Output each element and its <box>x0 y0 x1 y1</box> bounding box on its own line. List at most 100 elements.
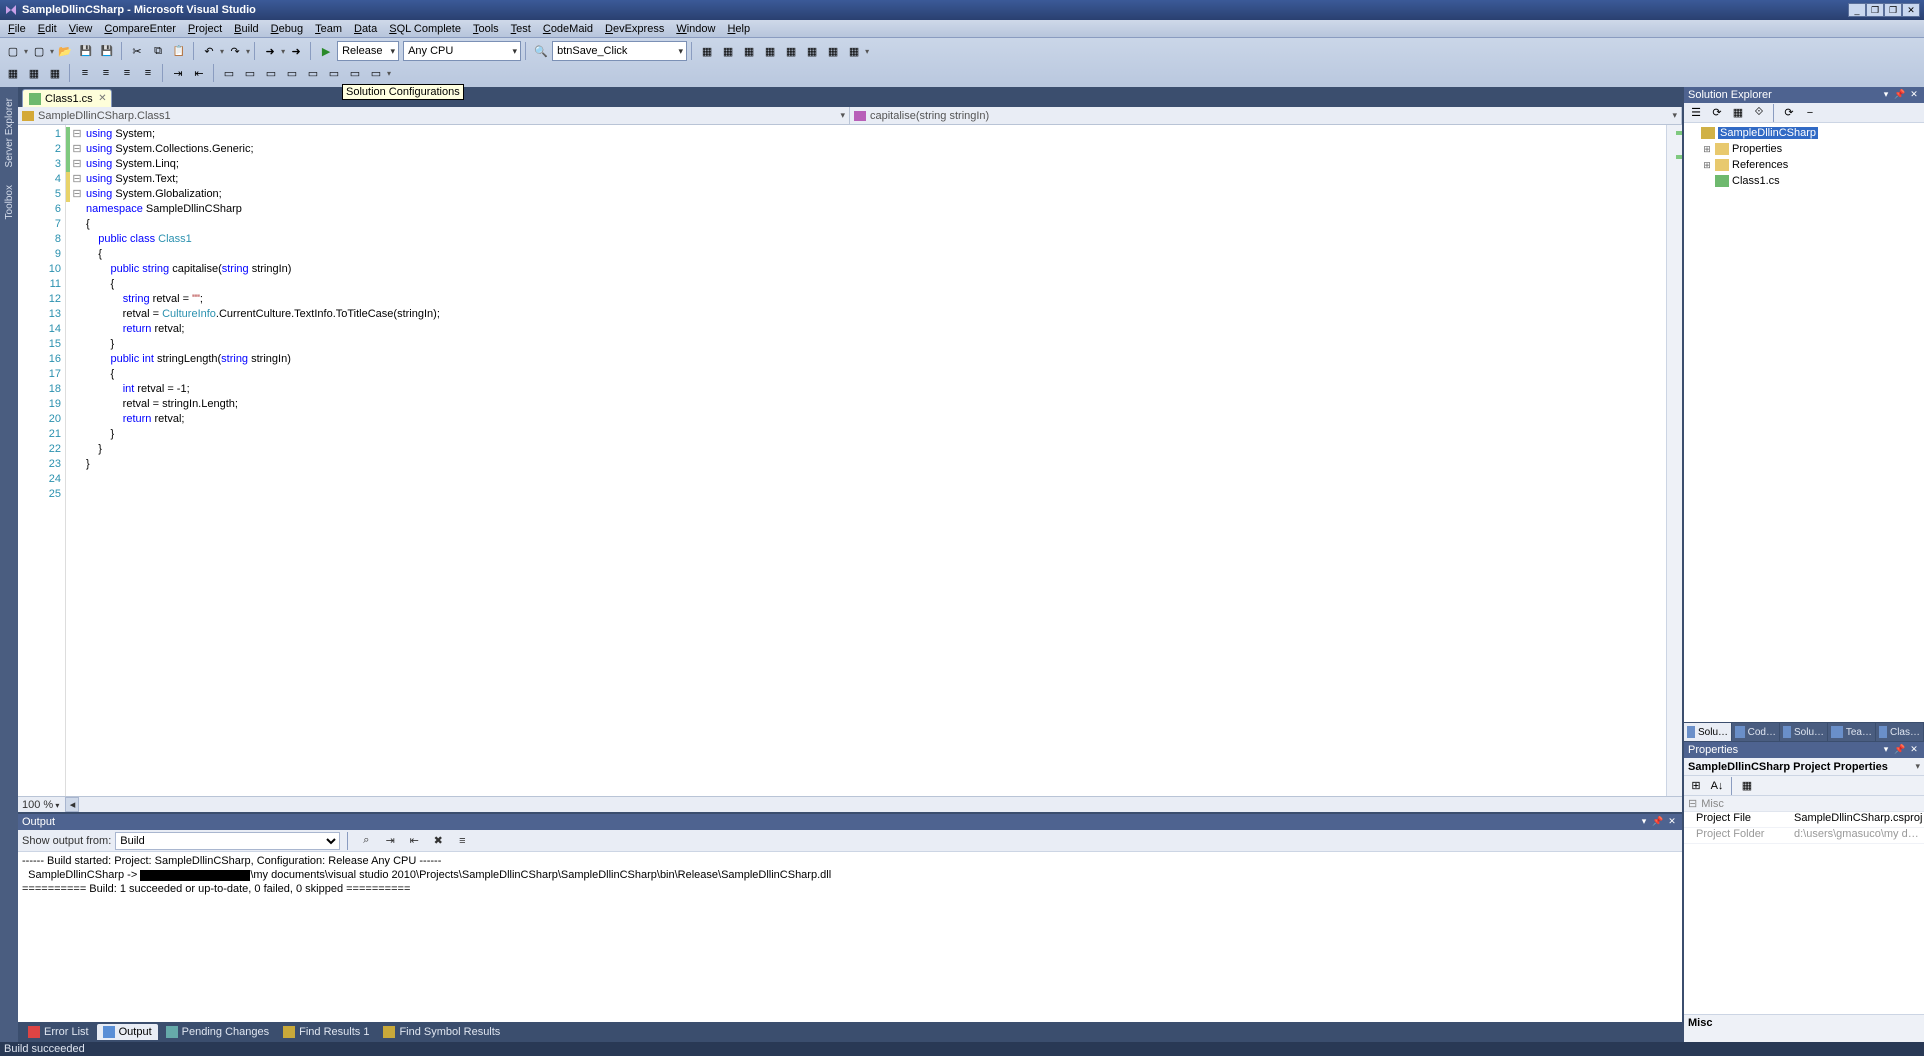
close-tab-icon[interactable]: ✕ <box>98 93 106 104</box>
row2-btn-17[interactable]: ▭ <box>366 63 386 83</box>
tree-node-class1-cs[interactable]: Class1.cs <box>1684 173 1924 189</box>
se-properties-button[interactable] <box>1686 103 1706 123</box>
menu-project[interactable]: Project <box>182 23 228 35</box>
out-btn-3[interactable]: ⇤ <box>404 831 424 851</box>
bottom-tab-error-list[interactable]: Error List <box>22 1024 95 1040</box>
bottom-tab-output[interactable]: Output <box>97 1024 158 1040</box>
save-button[interactable] <box>76 41 96 61</box>
row2-btn-13[interactable]: ▭ <box>282 63 302 83</box>
tree-node-references[interactable]: ⊞References <box>1684 157 1924 173</box>
tb-icon-8[interactable]: ▦ <box>844 41 864 61</box>
panel-close-icon[interactable]: ✕ <box>1666 816 1678 828</box>
se-pin-icon[interactable]: 📌 <box>1894 89 1906 101</box>
row2-btn-9[interactable]: ⇤ <box>189 63 209 83</box>
se-close-icon[interactable]: ✕ <box>1908 89 1920 101</box>
row2-btn-1[interactable]: ▦ <box>3 63 23 83</box>
copy-button[interactable] <box>148 41 168 61</box>
new-item-button[interactable] <box>29 41 49 61</box>
paste-button[interactable] <box>169 41 189 61</box>
maximize-button[interactable]: ❐ <box>1884 3 1902 17</box>
tb-icon-4[interactable]: ▦ <box>760 41 780 61</box>
out-btn-4[interactable]: ✖ <box>428 831 448 851</box>
class-select[interactable]: SampleDllinCSharp.Class1 <box>18 107 850 124</box>
se-code-button[interactable]: ⟐ <box>1749 103 1769 123</box>
row2-btn-14[interactable]: ▭ <box>303 63 323 83</box>
se-refresh-button[interactable] <box>1707 103 1727 123</box>
out-btn-2[interactable]: ⇥ <box>380 831 400 851</box>
open-button[interactable] <box>55 41 75 61</box>
row2-btn-3[interactable]: ▦ <box>45 63 65 83</box>
cut-button[interactable] <box>127 41 147 61</box>
find-button[interactable]: 🔍 <box>531 41 551 61</box>
tb-icon-6[interactable]: ▦ <box>802 41 822 61</box>
minimize-button[interactable]: _ <box>1848 3 1866 17</box>
prop-cat-button[interactable]: ⊞ <box>1686 776 1706 796</box>
row2-btn-11[interactable]: ▭ <box>240 63 260 83</box>
show-output-select[interactable]: Build <box>115 832 340 850</box>
menu-view[interactable]: View <box>63 23 99 35</box>
output-body[interactable]: ------ Build started: Project: SampleDll… <box>18 852 1682 1022</box>
menu-window[interactable]: Window <box>670 23 721 35</box>
hscroll-left[interactable]: ◂ <box>65 797 79 812</box>
right-tab-2[interactable]: Solu… <box>1780 723 1828 741</box>
start-debug-button[interactable] <box>316 41 336 61</box>
row2-btn-5[interactable]: ≡ <box>96 63 116 83</box>
fold-column[interactable]: ⊟⊟⊟⊟⊟ <box>70 125 84 796</box>
tree-node-sampledllincsharp[interactable]: SampleDllinCSharp <box>1684 125 1924 141</box>
tb-icon-3[interactable]: ▦ <box>739 41 759 61</box>
row2-btn-2[interactable]: ▦ <box>24 63 44 83</box>
row2-btn-15[interactable]: ▭ <box>324 63 344 83</box>
tree-node-properties[interactable]: ⊞Properties <box>1684 141 1924 157</box>
row2-btn-10[interactable]: ▭ <box>219 63 239 83</box>
row2-btn-6[interactable]: ≡ <box>117 63 137 83</box>
right-tab-0[interactable]: Solu… <box>1684 723 1732 741</box>
menu-debug[interactable]: Debug <box>265 23 309 35</box>
menu-codemaid[interactable]: CodeMaid <box>537 23 599 35</box>
menu-compareenter[interactable]: CompareEnter <box>98 23 182 35</box>
zoom-select[interactable]: 100 % <box>22 799 59 811</box>
tb-icon-5[interactable]: ▦ <box>781 41 801 61</box>
prop-row-project-file[interactable]: Project FileSampleDllinCSharp.csproj <box>1684 812 1924 828</box>
menu-help[interactable]: Help <box>721 23 756 35</box>
se-menu-icon[interactable]: ▾ <box>1880 89 1892 101</box>
event-select[interactable]: btnSave_Click <box>552 41 687 61</box>
out-btn-5[interactable]: ≡ <box>452 831 472 851</box>
row2-btn-12[interactable]: ▭ <box>261 63 281 83</box>
member-select[interactable]: capitalise(string stringIn) <box>850 107 1682 124</box>
menu-data[interactable]: Data <box>348 23 383 35</box>
se-collapse-button[interactable] <box>1800 103 1820 123</box>
row2-btn-7[interactable]: ≡ <box>138 63 158 83</box>
code-editor[interactable]: 1234567891011121314151617181920212223242… <box>18 125 1682 796</box>
solution-tree[interactable]: SampleDllinCSharp⊞Properties⊞ReferencesC… <box>1684 123 1924 722</box>
prop-close-icon[interactable]: ✕ <box>1908 744 1920 756</box>
se-sync-button[interactable]: ⟳ <box>1779 103 1799 123</box>
undo-button[interactable] <box>199 41 219 61</box>
toolbox-tab[interactable]: Toolbox <box>2 178 17 226</box>
menu-tools[interactable]: Tools <box>467 23 505 35</box>
nav-back-button[interactable] <box>260 41 280 61</box>
save-all-button[interactable] <box>97 41 117 61</box>
prop-pin-icon[interactable]: 📌 <box>1894 744 1906 756</box>
solution-config-select[interactable]: Release <box>337 41 399 61</box>
panel-menu-icon[interactable]: ▾ <box>1638 816 1650 828</box>
menu-devexpress[interactable]: DevExpress <box>599 23 670 35</box>
redo-button[interactable] <box>225 41 245 61</box>
row2-btn-16[interactable]: ▭ <box>345 63 365 83</box>
prop-pages-button[interactable]: ▦ <box>1737 776 1757 796</box>
prop-category[interactable]: ⊟Misc <box>1684 796 1924 812</box>
bottom-tab-pending-changes[interactable]: Pending Changes <box>160 1024 275 1040</box>
code-area[interactable]: using System;using System.Collections.Ge… <box>84 125 1666 796</box>
restore-button[interactable]: ❐ <box>1866 3 1884 17</box>
tb-icon-7[interactable]: ▦ <box>823 41 843 61</box>
platform-select[interactable]: Any CPU <box>403 41 521 61</box>
nav-fwd-button[interactable] <box>286 41 306 61</box>
prop-az-button[interactable]: A↓ <box>1707 776 1727 796</box>
se-showall-button[interactable]: ▦ <box>1728 103 1748 123</box>
tb-icon-2[interactable]: ▦ <box>718 41 738 61</box>
panel-pin-icon[interactable]: 📌 <box>1652 816 1664 828</box>
row2-btn-8[interactable]: ⇥ <box>168 63 188 83</box>
out-btn-1[interactable]: ⌕ <box>356 831 376 851</box>
menu-build[interactable]: Build <box>228 23 264 35</box>
menu-team[interactable]: Team <box>309 23 348 35</box>
tb-icon-1[interactable]: ▦ <box>697 41 717 61</box>
